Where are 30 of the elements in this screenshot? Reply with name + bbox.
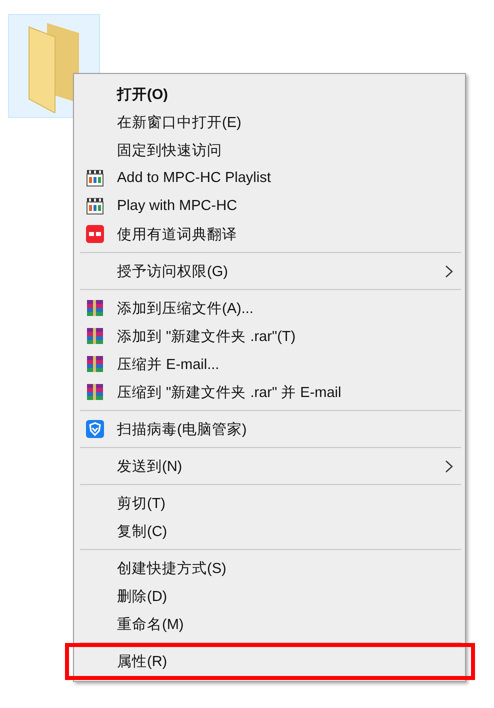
menu-item[interactable]: 属性(R)	[76, 647, 463, 675]
menu-item[interactable]: 剪切(T)	[76, 489, 463, 517]
menu-item[interactable]: 压缩并 E-mail...	[76, 350, 463, 378]
book-stack-icon	[86, 355, 104, 373]
folder-icon	[27, 23, 81, 113]
menu-item[interactable]: 扫描病毒(电脑管家)	[76, 415, 463, 443]
shield-icon	[86, 420, 104, 438]
menu-item[interactable]: 添加到压缩文件(A)...	[76, 294, 463, 322]
book-stack-icon	[86, 299, 104, 317]
menu-item[interactable]: 压缩到 "新建文件夹 .rar" 并 E-mail	[76, 378, 463, 406]
menu-item[interactable]: 使用有道词典翻译	[76, 220, 463, 248]
menu-item[interactable]: 删除(D)	[76, 582, 463, 610]
menu-item[interactable]: 打开(O)	[76, 80, 463, 108]
film-clapper-icon	[86, 197, 104, 215]
menu-item[interactable]: 复制(C)	[76, 517, 463, 545]
menu-item[interactable]: 授予访问权限(G)	[76, 257, 463, 285]
menu-item[interactable]: Play with MPC-HC	[76, 192, 463, 220]
menu-item[interactable]: 发送到(N)	[76, 452, 463, 480]
book-stack-icon	[86, 327, 104, 345]
menu-item[interactable]: 重命名(M)	[76, 610, 463, 638]
menu-item[interactable]: Add to MPC-HC Playlist	[76, 164, 463, 192]
book-stack-icon	[86, 383, 104, 401]
menu-item[interactable]: 创建快捷方式(S)	[76, 554, 463, 582]
chevron-right-icon	[445, 460, 453, 473]
menu-item[interactable]: 在新窗口中打开(E)	[76, 108, 463, 136]
menu-item[interactable]: 固定到快速访问	[76, 136, 463, 164]
film-clapper-icon	[86, 169, 104, 187]
dictionary-app-icon	[86, 225, 104, 243]
chevron-right-icon	[445, 265, 453, 278]
menu-item[interactable]: 添加到 "新建文件夹 .rar"(T)	[76, 322, 463, 350]
